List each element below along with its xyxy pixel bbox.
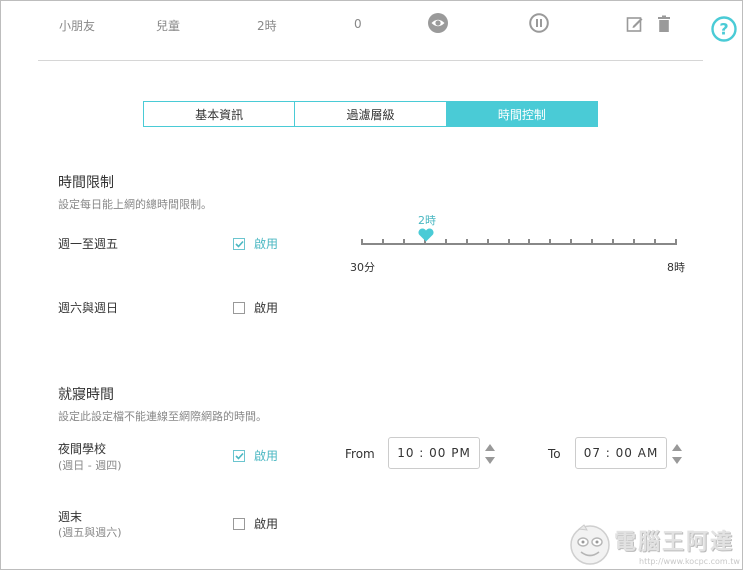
- checkbox-label: 啟用: [254, 517, 279, 531]
- slider-min-label: 30分: [350, 261, 375, 274]
- edit-icon[interactable]: [626, 15, 644, 33]
- slider-tick: [507, 239, 510, 245]
- pause-icon[interactable]: [529, 13, 549, 33]
- profile-row: 小朋友 兒童 2時 0: [1, 13, 743, 35]
- row-divider: [38, 60, 703, 61]
- checkbox-label: 啟用: [254, 449, 279, 463]
- from-time-input[interactable]: 10 : 00 PM: [388, 437, 480, 469]
- slider-tick: [570, 239, 573, 245]
- trash-icon[interactable]: [657, 15, 671, 33]
- checkbox-box: [233, 301, 245, 314]
- bedtime-title: 就寢時間: [58, 387, 114, 403]
- weekend-limit-label: 週六與週日: [58, 301, 119, 315]
- svg-text:?: ?: [719, 20, 728, 39]
- time-limit-desc: 設定每日能上網的總時間限制。: [58, 198, 212, 211]
- eye-icon[interactable]: [428, 13, 448, 33]
- slider-tick: [675, 239, 677, 245]
- check-icon: [234, 240, 244, 248]
- time-limit-title: 時間限制: [58, 175, 114, 191]
- checkbox-box: [233, 449, 245, 462]
- watermark: 電腦王阿達 http://www.kocpc.com.tw: [567, 519, 743, 569]
- bedtime-desc: 設定此設定檔不能連線至網際網路的時間。: [58, 410, 267, 423]
- slider-tick: [402, 239, 405, 245]
- slider-track[interactable]: [361, 243, 677, 245]
- help-icon[interactable]: ?: [711, 16, 737, 42]
- watermark-url: http://www.kocpc.com.tw: [639, 557, 740, 566]
- check-icon: [234, 452, 244, 460]
- from-label: From: [345, 447, 375, 461]
- weekend-limit-enable-checkbox[interactable]: 啟用: [233, 299, 278, 316]
- profile-name: 小朋友: [59, 19, 96, 33]
- slider-tick: [486, 239, 489, 245]
- watermark-text: 電腦王阿達: [614, 530, 735, 555]
- slider-tick: [465, 239, 468, 245]
- tab-filter-level[interactable]: 過濾層級: [294, 102, 446, 126]
- mascot-icon: [570, 524, 610, 565]
- spinner-up-icon: [672, 444, 682, 451]
- checkbox-label: 啟用: [254, 237, 279, 251]
- to-time-input[interactable]: 07 : 00 AM: [575, 437, 667, 469]
- tab-basic-info[interactable]: 基本資訊: [144, 102, 295, 126]
- profile-count: 0: [354, 17, 362, 31]
- slider-tick: [612, 239, 615, 245]
- slider-tick: [633, 239, 636, 245]
- checkbox-box: [233, 517, 245, 530]
- slider-heart-icon: [418, 228, 434, 242]
- slider-tick: [591, 239, 594, 245]
- weekday-enable-checkbox[interactable]: 啟用: [233, 235, 278, 252]
- slider-tick: [381, 239, 384, 245]
- to-time-spinner[interactable]: [672, 444, 682, 464]
- slider-handle[interactable]: [417, 228, 435, 245]
- slider-value-label: 2時: [418, 214, 436, 227]
- slider-tick: [654, 239, 657, 245]
- from-time-spinner[interactable]: [485, 444, 495, 464]
- to-label: To: [548, 447, 561, 461]
- slider-max-label: 8時: [667, 261, 685, 274]
- slider-tick: [528, 239, 531, 245]
- profile-time: 2時: [257, 19, 277, 33]
- slider-tick: [361, 239, 363, 245]
- spinner-down-icon: [672, 457, 682, 464]
- spinner-up-icon: [485, 444, 495, 451]
- checkbox-label: 啟用: [254, 301, 279, 315]
- weekday-label: 週一至週五: [58, 237, 119, 251]
- tab-bar: 基本資訊 過濾層級 時間控制: [143, 101, 598, 127]
- tab-time-control[interactable]: 時間控制: [445, 102, 597, 126]
- slider-tick: [444, 239, 447, 245]
- page-frame: 小朋友 兒童 2時 0 ? 基本資訊 過濾層級 時間控制 時間限制 設定每日能上…: [0, 0, 743, 570]
- bedtime-weekend-sub: (週五與週六): [58, 526, 122, 539]
- school-night-enable-checkbox[interactable]: 啟用: [233, 447, 278, 464]
- bedtime-weekend-label: 週末: [58, 510, 83, 524]
- profile-category: 兒童: [156, 19, 181, 33]
- checkbox-box: [233, 237, 245, 250]
- school-night-sub: (週日 - 週四): [58, 459, 122, 472]
- slider-tick: [549, 239, 552, 245]
- bedtime-weekend-enable-checkbox[interactable]: 啟用: [233, 515, 278, 532]
- school-night-label: 夜間學校: [58, 442, 107, 456]
- spinner-down-icon: [485, 457, 495, 464]
- time-limit-slider[interactable]: 2時 30分 8時: [350, 206, 686, 276]
